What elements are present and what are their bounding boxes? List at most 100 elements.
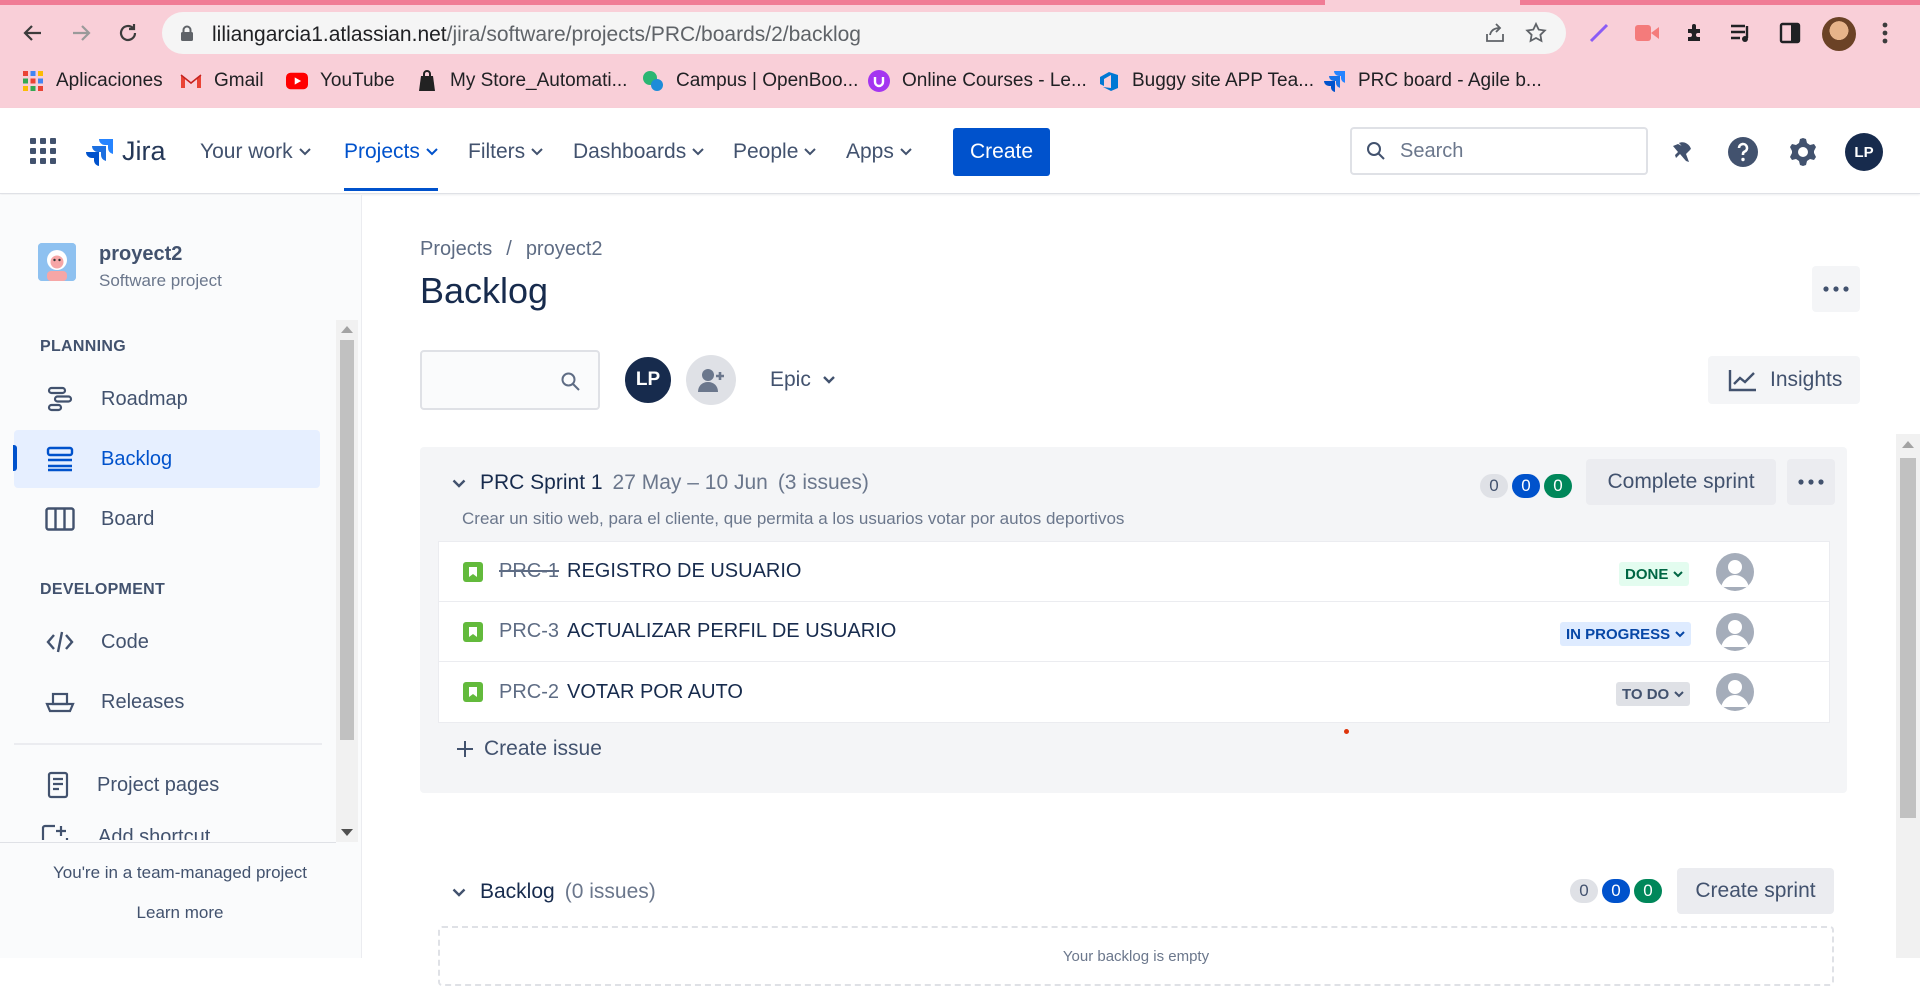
azure-devops-icon [1098, 70, 1120, 92]
settings-gear-icon[interactable] [1783, 132, 1823, 172]
backlog-empty-text: Your backlog is empty [1062, 948, 1210, 965]
backlog-search-input[interactable] [420, 350, 600, 410]
browser-chrome: liliangarcia1.atlassian.net/jira/softwar… [0, 0, 1920, 108]
nav-apps[interactable]: Apps [846, 140, 912, 164]
bookmark-my-store[interactable]: My Store_Automati... [416, 64, 627, 98]
bookmark-prc-board[interactable]: PRC board - Agile b... [1324, 64, 1542, 98]
notifications-bell-icon[interactable] [1664, 132, 1704, 172]
epic-filter-dropdown[interactable]: Epic [770, 368, 835, 392]
unassigned-avatar[interactable] [1716, 553, 1754, 591]
sidebar-item-add-shortcut[interactable]: Add shortcut [14, 816, 334, 840]
chevron-down-icon [1670, 630, 1685, 638]
project-sidebar: proyect2 Software project PLANNING Roadm… [0, 195, 362, 958]
nav-dashboards[interactable]: Dashboards [573, 140, 704, 164]
backlog-header[interactable]: Backlog (0 issues) [452, 880, 656, 904]
media-playlist-icon[interactable] [1727, 18, 1757, 48]
bookmark-youtube[interactable]: YouTube [286, 64, 395, 98]
insights-button[interactable]: Insights [1708, 356, 1860, 404]
forward-arrow-icon[interactable] [66, 18, 96, 48]
bookmark-online-courses[interactable]: Online Courses - Le... [868, 64, 1087, 98]
scroll-up-arrow[interactable] [1902, 441, 1914, 448]
scroll-down-arrow[interactable] [341, 829, 353, 836]
address-bar[interactable]: liliangarcia1.atlassian.net/jira/softwar… [162, 12, 1566, 54]
breadcrumb-project[interactable]: proyect2 [526, 238, 603, 260]
issue-row[interactable]: PRC-3 ACTUALIZAR PERFIL DE USUARIO IN PR… [439, 602, 1829, 662]
search-input[interactable]: Search [1350, 127, 1648, 175]
reload-icon[interactable] [113, 18, 143, 48]
side-panel-icon[interactable] [1775, 18, 1805, 48]
breadcrumb-separator: / [506, 238, 512, 260]
nav-people[interactable]: People [733, 140, 817, 164]
status-dropdown[interactable]: TO DO [1616, 682, 1691, 706]
issue-row[interactable]: PRC-2 VOTAR POR AUTO TO DO [439, 662, 1829, 722]
backlog-status-counts: 0 0 0 [1570, 879, 1662, 903]
nav-label: Dashboards [573, 140, 687, 163]
scroll-up-arrow[interactable] [341, 326, 353, 333]
sidebar-item-backlog[interactable]: Backlog [13, 430, 320, 488]
issue-key[interactable]: PRC-2 [499, 681, 559, 704]
pen-extension-icon[interactable] [1584, 18, 1614, 48]
bookmark-apps[interactable]: Aplicaciones [22, 64, 163, 98]
nav-projects[interactable]: Projects [344, 140, 438, 191]
nav-your-work[interactable]: Your work [200, 140, 311, 164]
sprint-goal: Crear un sitio web, para el cliente, que… [462, 509, 1125, 528]
bookmark-campus[interactable]: Campus | OpenBoo... [642, 64, 858, 98]
sidebar-item-code[interactable]: Code [14, 613, 320, 671]
bookmark-gmail[interactable]: Gmail [180, 64, 264, 98]
sidebar-item-roadmap[interactable]: Roadmap [14, 370, 320, 428]
store-icon [416, 70, 438, 92]
roadmap-icon [43, 386, 77, 412]
scroll-thumb[interactable] [1900, 458, 1916, 818]
nav-filters[interactable]: Filters [468, 140, 543, 164]
status-dropdown[interactable]: IN PROGRESS [1560, 622, 1692, 646]
scroll-thumb[interactable] [340, 340, 354, 740]
share-icon[interactable] [1484, 22, 1506, 44]
sprint-header[interactable]: PRC Sprint 1 27 May – 10 Jun (3 issues) [452, 471, 869, 495]
breadcrumb-projects[interactable]: Projects [420, 238, 492, 260]
chevron-down-icon[interactable] [452, 479, 466, 488]
sidebar-item-releases[interactable]: Releases [14, 673, 320, 731]
unassigned-avatar[interactable] [1716, 613, 1754, 651]
chevron-down-icon[interactable] [452, 888, 466, 897]
help-icon[interactable] [1723, 132, 1763, 172]
sidebar-item-board[interactable]: Board [14, 490, 320, 548]
create-issue-button[interactable]: Create issue [456, 737, 602, 761]
jira-logo[interactable]: Jira [78, 136, 166, 167]
issue-row[interactable]: PRC-1 REGISTRO DE USUARIO DONE [439, 542, 1829, 602]
learn-more-link[interactable]: Learn more [0, 903, 360, 923]
nav-label: Filters [468, 140, 526, 163]
recorder-extension-icon[interactable] [1632, 18, 1662, 48]
releases-icon [43, 691, 77, 713]
udemy-icon [868, 70, 890, 92]
create-button[interactable]: Create [953, 128, 1050, 176]
project-header[interactable]: proyect2 Software project [38, 243, 222, 290]
user-avatar[interactable]: LP [1845, 133, 1883, 171]
issue-key[interactable]: PRC-3 [499, 620, 559, 643]
sidebar-item-project-pages[interactable]: Project pages [14, 756, 320, 814]
create-sprint-button[interactable]: Create sprint [1677, 868, 1834, 914]
status-dropdown[interactable]: DONE [1619, 562, 1690, 586]
bookmark-buggy-site[interactable]: Buggy site APP Tea... [1098, 64, 1314, 98]
bookmark-label: Online Courses - Le... [902, 70, 1087, 91]
done-count-badge: 0 [1634, 879, 1662, 903]
back-arrow-icon[interactable] [18, 18, 48, 48]
bookmark-star-icon[interactable] [1524, 21, 1548, 45]
search-placeholder: Search [1400, 139, 1464, 162]
puzzle-extensions-icon[interactable] [1680, 18, 1710, 48]
browser-profile-avatar[interactable] [1822, 17, 1856, 51]
sprint-actions-button[interactable] [1787, 459, 1835, 505]
sidebar-scrollbar[interactable] [336, 320, 358, 842]
kebab-menu-icon[interactable] [1870, 18, 1900, 48]
main-scrollbar[interactable] [1896, 434, 1920, 958]
search-icon [1352, 141, 1386, 161]
url-text: liliangarcia1.atlassian.net/jira/softwar… [212, 23, 861, 46]
issue-key[interactable]: PRC-1 [499, 560, 559, 583]
app-switcher-icon[interactable] [30, 138, 56, 164]
todo-count-badge: 0 [1480, 474, 1508, 498]
assignee-filter-avatar[interactable]: LP [623, 355, 673, 405]
complete-sprint-button[interactable]: Complete sprint [1586, 459, 1776, 505]
more-actions-button[interactable] [1812, 266, 1860, 312]
unassigned-avatar[interactable] [1716, 673, 1754, 711]
development-heading: DEVELOPMENT [40, 581, 166, 598]
add-people-button[interactable] [686, 355, 736, 405]
